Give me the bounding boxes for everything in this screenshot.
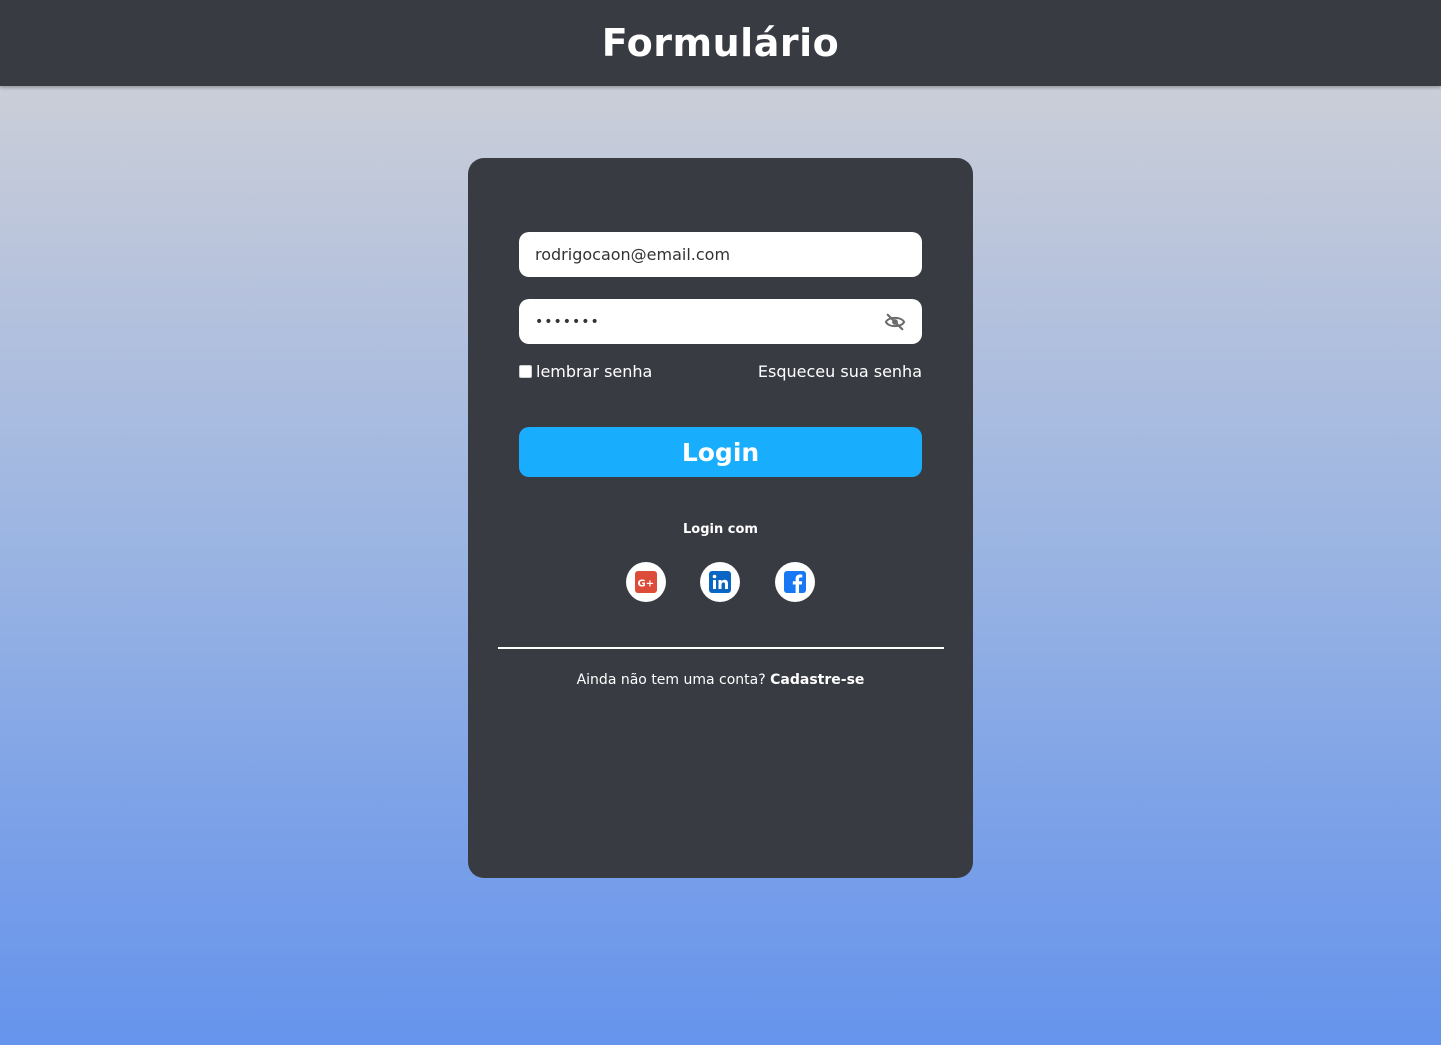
linkedin-button[interactable] [700,562,740,602]
linkedin-icon [709,571,731,593]
google-plus-button[interactable]: G+ [626,562,666,602]
login-with-label: Login com [683,522,758,537]
signup-prompt-text: Ainda não tem uma conta? [576,672,771,688]
remember-label: lembrar senha [536,361,653,381]
remember-password[interactable]: lembrar senha [519,362,652,381]
svg-text:G+: G+ [638,579,655,590]
email-input[interactable] [535,245,906,264]
remember-checkbox[interactable] [519,364,532,378]
facebook-icon [784,571,806,593]
signup-prompt: Ainda não tem uma conta? Cadastre-se [468,672,973,688]
password-input[interactable] [535,313,884,330]
login-button[interactable]: Login [519,427,922,477]
eye-slash-icon[interactable] [884,311,906,333]
divider [498,647,944,649]
login-card: lembrar senha Esqueceu sua senha Login L… [468,158,973,878]
header-bar: Formulário [0,0,1441,86]
options-row: lembrar senha Esqueceu sua senha [519,360,922,382]
page-title: Formulário [601,21,840,65]
facebook-button[interactable] [775,562,815,602]
forgot-password-link[interactable]: Esqueceu sua senha [758,362,922,381]
eye-slash-icon-svg [884,313,906,330]
google-plus-icon: G+ [635,571,657,593]
email-field-container [519,232,922,277]
password-field-container [519,299,922,344]
signup-link[interactable]: Cadastre-se [770,672,864,688]
